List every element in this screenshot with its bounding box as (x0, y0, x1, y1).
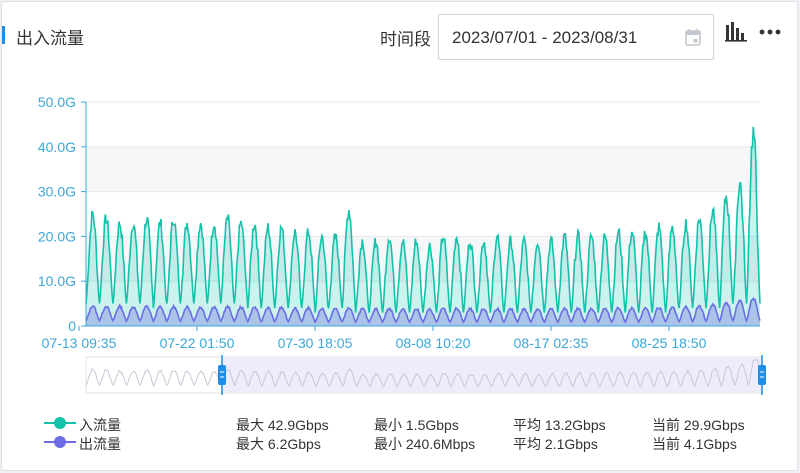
y-tick-label: 50.0G (38, 94, 76, 110)
y-tick-label: 0 (68, 318, 76, 334)
x-tick-label: 07-30 18:05 (278, 335, 353, 351)
grid-band (86, 146, 760, 192)
outbound-legend-marker[interactable] (44, 435, 76, 449)
outbound-min: 最小 240.6Mbps (374, 436, 476, 452)
outbound-avg: 平均 2.1Gbps (513, 436, 598, 452)
legend-row-inbound: 入流量 最大 42.9Gbps 最小 1.5Gbps 平均 13.2Gbps 当… (42, 413, 782, 433)
legend-row-outbound: 出流量 最大 6.2Gbps 最小 240.6Mbps 平均 2.1Gbps 当… (42, 432, 782, 452)
y-tick-label: 20.0G (38, 228, 76, 244)
x-tick-label: 08-25 18:50 (632, 335, 707, 351)
legend: 入流量 最大 42.9Gbps 最小 1.5Gbps 平均 13.2Gbps 当… (42, 413, 782, 457)
outbound-max: 最大 6.2Gbps (236, 436, 321, 452)
traffic-chart: 0 10.0G 20.0G 30.0G 40.0G 50.0G 07-13 09:35 07-… (38, 94, 766, 395)
x-tick-label: 07-13 09:35 (42, 335, 117, 351)
y-tick-label: 40.0G (38, 139, 76, 155)
x-tick-label: 07-22 01:50 (160, 335, 235, 351)
x-tick-label: 08-08 10:20 (396, 335, 471, 351)
y-tick-label: 30.0G (38, 184, 76, 200)
traffic-card: 出入流量 时间段 2023/07/01 - 2023/08/31 0 10.0G 2… (1, 1, 798, 471)
inbound-legend-marker[interactable] (44, 416, 76, 430)
x-tick-label: 08-17 02:35 (514, 335, 589, 351)
y-tick-label: 10.0G (38, 273, 76, 289)
outbound-current: 当前 4.1Gbps (652, 436, 737, 452)
zoom-selected-range (222, 357, 762, 393)
outbound-legend-label[interactable]: 出流量 (79, 434, 121, 454)
